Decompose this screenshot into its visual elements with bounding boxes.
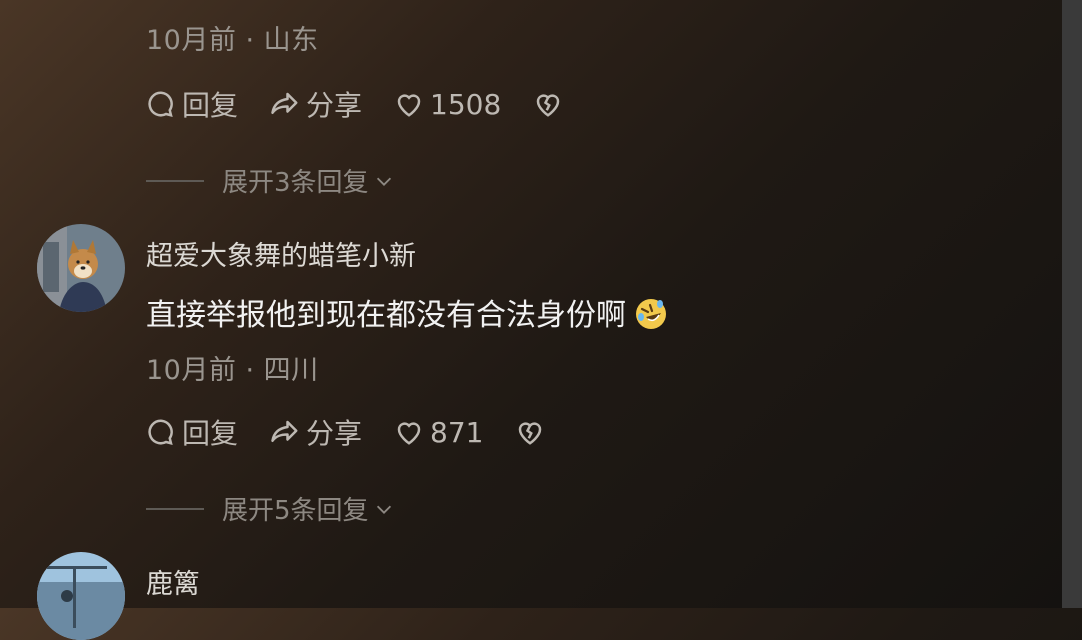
reply-button[interactable]: 回复 [146, 412, 238, 452]
expand-replies[interactable]: 展开3条回复 [146, 162, 395, 199]
comment-actions: 回复 分享 871 [146, 412, 583, 452]
reply-button[interactable]: 回复 [146, 84, 238, 124]
reply-label: 回复 [182, 89, 239, 122]
divider-line [146, 179, 204, 182]
username[interactable]: 鹿篱 [146, 562, 200, 601]
comment-actions: 回复 分享 1508 [146, 84, 601, 124]
comment-meta: 10月前 · 四川 [146, 355, 319, 386]
reply-label: 回复 [182, 417, 239, 450]
comment-text: 直接举报他到现在都没有合法身份啊 [146, 290, 668, 334]
share-arrow-icon [271, 92, 298, 114]
broken-heart-icon [519, 422, 542, 445]
avatar[interactable] [37, 552, 125, 640]
expand-replies[interactable]: 展开5条回复 [146, 490, 395, 527]
heart-icon [397, 94, 421, 117]
chat-bubble-icon [148, 419, 173, 445]
username[interactable]: 超爱大象舞的蜡笔小新 [146, 234, 416, 273]
scrollbar-track[interactable] [1062, 0, 1082, 608]
like-button[interactable]: 1508 [394, 88, 501, 121]
heart-icon [397, 422, 421, 445]
rolling-on-floor-laughing-emoji [636, 299, 666, 329]
avatar[interactable] [37, 224, 125, 312]
like-count: 871 [430, 415, 484, 449]
share-button[interactable]: 分享 [270, 84, 362, 124]
expand-label: 展开5条回复 [222, 496, 369, 526]
like-button[interactable]: 871 [394, 416, 483, 449]
chevron-down-icon [376, 505, 391, 514]
chat-bubble-icon [148, 91, 173, 117]
comment-meta: 10月前 · 山东 [146, 25, 319, 56]
share-arrow-icon [271, 420, 298, 442]
share-label: 分享 [306, 89, 363, 122]
like-count: 1508 [430, 87, 502, 121]
dislike-button[interactable] [533, 89, 569, 119]
expand-label: 展开3条回复 [222, 168, 369, 198]
comment-body: 直接举报他到现在都没有合法身份啊 [146, 298, 626, 333]
divider-line [146, 507, 204, 510]
broken-heart-icon [537, 94, 560, 117]
dislike-button[interactable] [515, 417, 551, 447]
share-label: 分享 [306, 417, 363, 450]
chevron-down-icon [376, 177, 391, 186]
share-button[interactable]: 分享 [270, 412, 362, 452]
